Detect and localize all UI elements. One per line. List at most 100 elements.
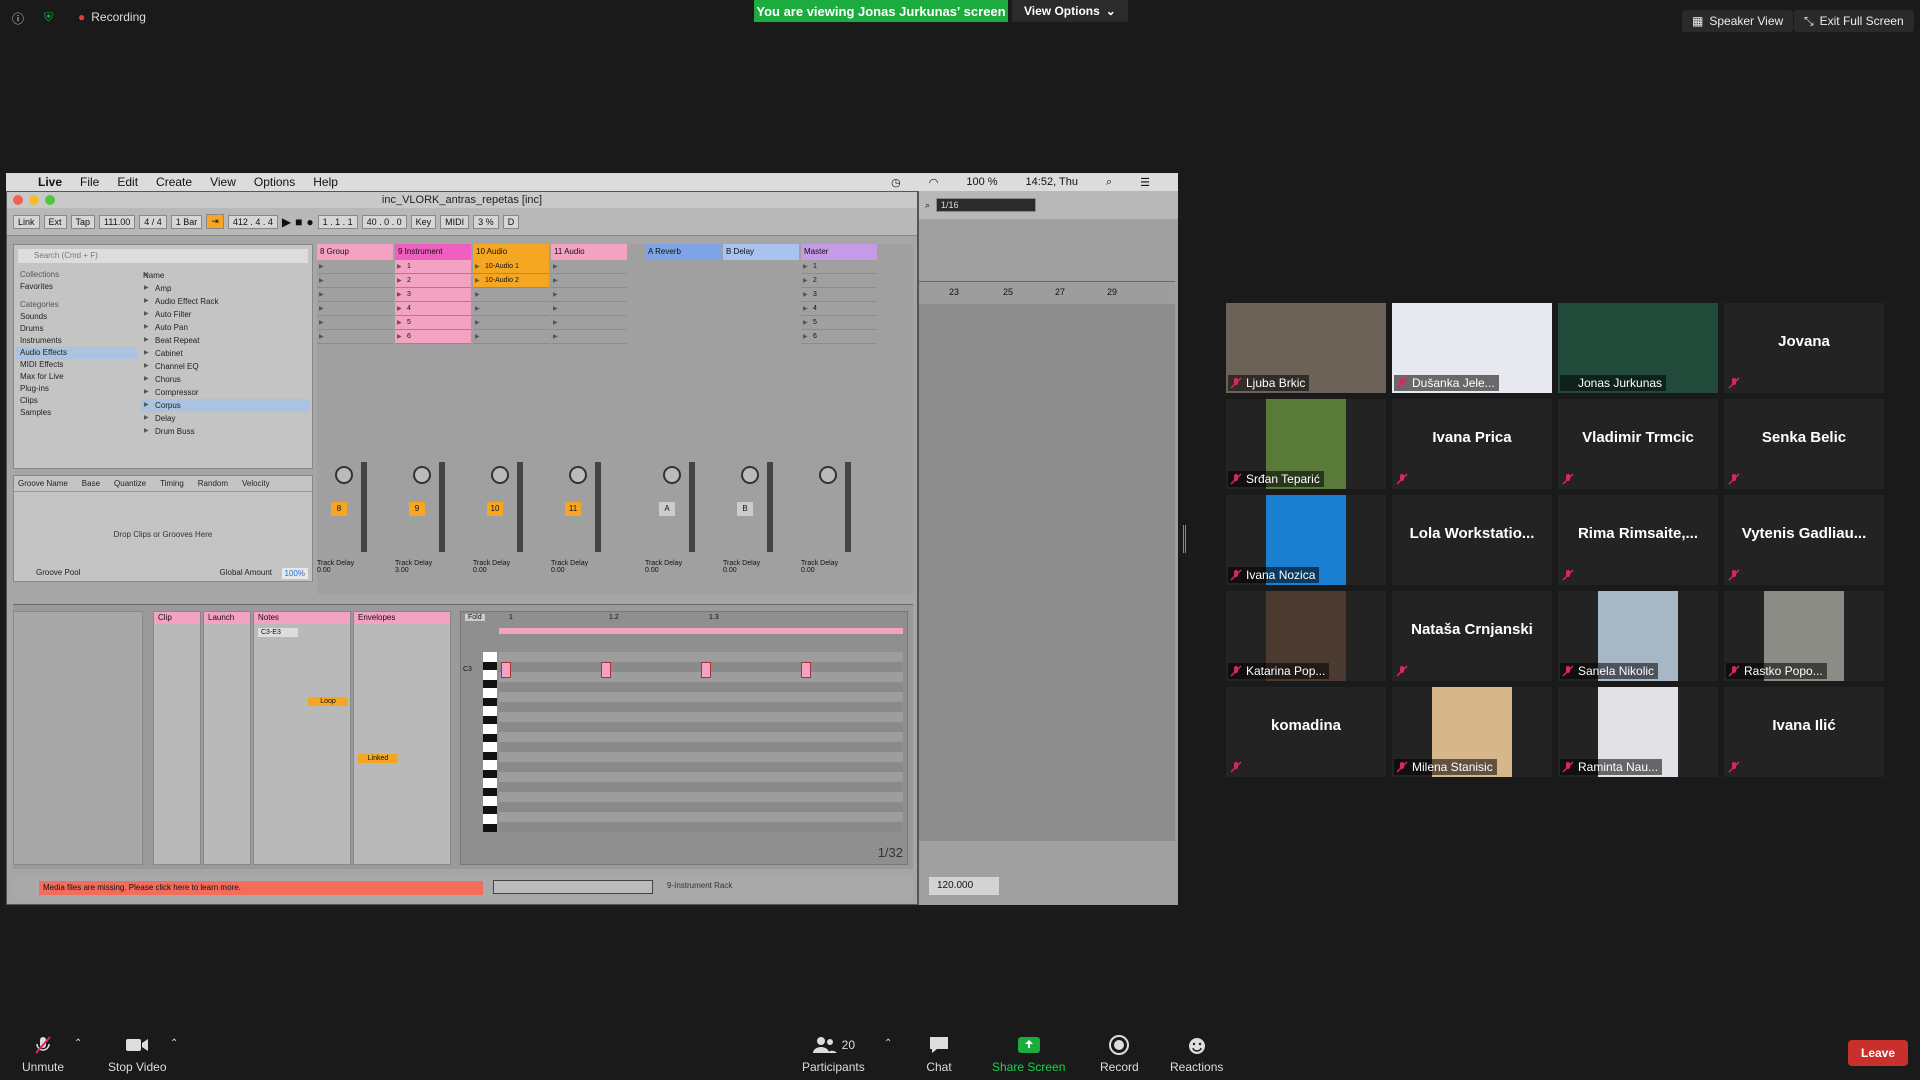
- ext-button[interactable]: Ext: [43, 214, 67, 229]
- clip-slot[interactable]: [551, 316, 627, 330]
- arrangement-grid[interactable]: 23 25 27 29: [919, 281, 1175, 841]
- clip-slot[interactable]: [551, 274, 627, 288]
- browser-item[interactable]: Chorus: [141, 373, 310, 386]
- participant-tile[interactable]: Jovana: [1724, 303, 1884, 393]
- browser-item-selected[interactable]: Corpus: [141, 399, 310, 412]
- clip-slot[interactable]: [317, 260, 393, 274]
- clip[interactable]: 6: [395, 330, 471, 344]
- clip-slot[interactable]: [317, 302, 393, 316]
- loop-length[interactable]: 40 . 0 . 0: [361, 214, 407, 229]
- time-machine-icon[interactable]: ◷: [891, 176, 901, 189]
- participant-tile[interactable]: Ivana Ilić: [1724, 687, 1884, 777]
- pan-knob[interactable]: [335, 466, 353, 484]
- pan-knob[interactable]: [569, 466, 587, 484]
- track-delay-value[interactable]: 0.00: [645, 567, 659, 574]
- midi-note[interactable]: [801, 662, 811, 678]
- browser-item[interactable]: Auto Pan: [141, 321, 310, 334]
- linked-button[interactable]: Linked: [358, 754, 398, 763]
- minimize-window-icon[interactable]: [29, 195, 39, 205]
- pan-knob[interactable]: [663, 466, 681, 484]
- browser-item[interactable]: Amp: [141, 282, 310, 295]
- stop-icon[interactable]: ■: [295, 215, 302, 229]
- chat-button[interactable]: Chat: [926, 1034, 952, 1074]
- level-meter[interactable]: [361, 462, 367, 552]
- link-button[interactable]: Link: [13, 214, 40, 229]
- track-delay-value[interactable]: 0.00: [801, 567, 815, 574]
- participants-chevron-icon[interactable]: ⌃: [884, 1038, 892, 1049]
- track-header[interactable]: 8 Group: [317, 244, 393, 260]
- name-column-header[interactable]: Name: [141, 269, 310, 282]
- track-activator[interactable]: 10: [487, 502, 503, 516]
- clip-slot[interactable]: [551, 260, 627, 274]
- browser-item[interactable]: Drum Buss: [141, 425, 310, 438]
- fold-button[interactable]: Fold: [465, 614, 485, 621]
- time-signature-field[interactable]: 4 / 4: [139, 214, 167, 229]
- browser-item[interactable]: Auto Filter: [141, 308, 310, 321]
- level-meter[interactable]: [767, 462, 773, 552]
- scene-slot[interactable]: 4: [801, 302, 877, 316]
- clip[interactable]: 5: [395, 316, 471, 330]
- clip-slot[interactable]: [473, 288, 549, 302]
- track-activator[interactable]: 9: [409, 502, 425, 516]
- recording-indicator[interactable]: ● Recording: [78, 10, 146, 24]
- level-meter[interactable]: [517, 462, 523, 552]
- track-activator[interactable]: 11: [565, 502, 581, 516]
- audio-options-chevron-icon[interactable]: ⌃: [74, 1038, 82, 1049]
- participant-tile[interactable]: Ivana Nozica: [1226, 495, 1386, 585]
- midi-note[interactable]: [601, 662, 611, 678]
- category-midi-effects[interactable]: MIDI Effects: [16, 359, 137, 371]
- track-activator[interactable]: B: [737, 502, 753, 516]
- envelopes-panel-header[interactable]: Envelopes: [354, 612, 450, 624]
- info-icon[interactable]: ⓘ: [12, 10, 24, 27]
- participant-tile[interactable]: Dušanka Jele...: [1392, 303, 1552, 393]
- clip[interactable]: 10-Audio 2: [473, 274, 549, 288]
- browser-item[interactable]: Channel EQ: [141, 360, 310, 373]
- midi-note[interactable]: [701, 662, 711, 678]
- clock[interactable]: 14:52, Thu: [1026, 176, 1078, 188]
- tap-button[interactable]: Tap: [70, 214, 96, 229]
- piano-keys[interactable]: [483, 652, 497, 832]
- quantization-select[interactable]: 1/16: [936, 198, 1037, 212]
- clip[interactable]: 10-Audio 1: [473, 260, 549, 274]
- arrangement-ruler[interactable]: 23 25 27 29: [919, 282, 1175, 304]
- category-drums[interactable]: Drums: [16, 323, 137, 335]
- notes-panel-header[interactable]: Notes: [254, 612, 350, 624]
- battery-percent[interactable]: 100 %: [966, 176, 997, 188]
- clip-slot[interactable]: [317, 288, 393, 302]
- loop-brace[interactable]: [499, 628, 903, 634]
- clip-slot[interactable]: [317, 316, 393, 330]
- clip[interactable]: 4: [395, 302, 471, 316]
- participant-tile[interactable]: Rastko Popo...: [1724, 591, 1884, 681]
- play-icon[interactable]: ▶: [282, 215, 291, 229]
- clip-slot[interactable]: [473, 330, 549, 344]
- launch-panel-header[interactable]: Launch: [204, 612, 250, 624]
- participant-tile[interactable]: komadina: [1226, 687, 1386, 777]
- participant-tile[interactable]: Nataša Crnjanski: [1392, 591, 1552, 681]
- menu-edit[interactable]: Edit: [117, 175, 138, 189]
- track-delay-value[interactable]: 0.00: [473, 567, 487, 574]
- scene-slot[interactable]: 2: [801, 274, 877, 288]
- missing-media-message[interactable]: Media files are missing. Please click he…: [39, 881, 483, 895]
- category-audio-effects[interactable]: Audio Effects: [16, 347, 137, 359]
- track-header[interactable]: 10 Audio: [473, 244, 549, 260]
- favorites-item[interactable]: Favorites: [16, 281, 137, 293]
- notes-range-field[interactable]: C3-E3: [258, 628, 298, 637]
- track-delay-value[interactable]: 3.00: [395, 567, 409, 574]
- participant-tile[interactable]: Vladimir Trmcic: [1558, 399, 1718, 489]
- clip-panel-header[interactable]: Clip: [154, 612, 200, 624]
- track-activator[interactable]: 8: [331, 502, 347, 516]
- control-center-icon[interactable]: ☰: [1140, 176, 1150, 189]
- tempo-field[interactable]: 120.000: [929, 877, 999, 895]
- browser-item[interactable]: Cabinet: [141, 347, 310, 360]
- unmute-button[interactable]: Unmute: [22, 1034, 64, 1074]
- clip-slot[interactable]: [551, 330, 627, 344]
- category-sounds[interactable]: Sounds: [16, 311, 137, 323]
- track-header[interactable]: A Reverb: [645, 244, 721, 260]
- view-options-button[interactable]: View Options ⌄: [1012, 0, 1128, 22]
- scene-slot[interactable]: 3: [801, 288, 877, 302]
- participants-button[interactable]: 20 Participants: [802, 1034, 865, 1074]
- track-delay-value[interactable]: 0.00: [317, 567, 331, 574]
- track-delay-value[interactable]: 0.00: [551, 567, 565, 574]
- category-clips[interactable]: Clips: [16, 395, 137, 407]
- pan-knob[interactable]: [741, 466, 759, 484]
